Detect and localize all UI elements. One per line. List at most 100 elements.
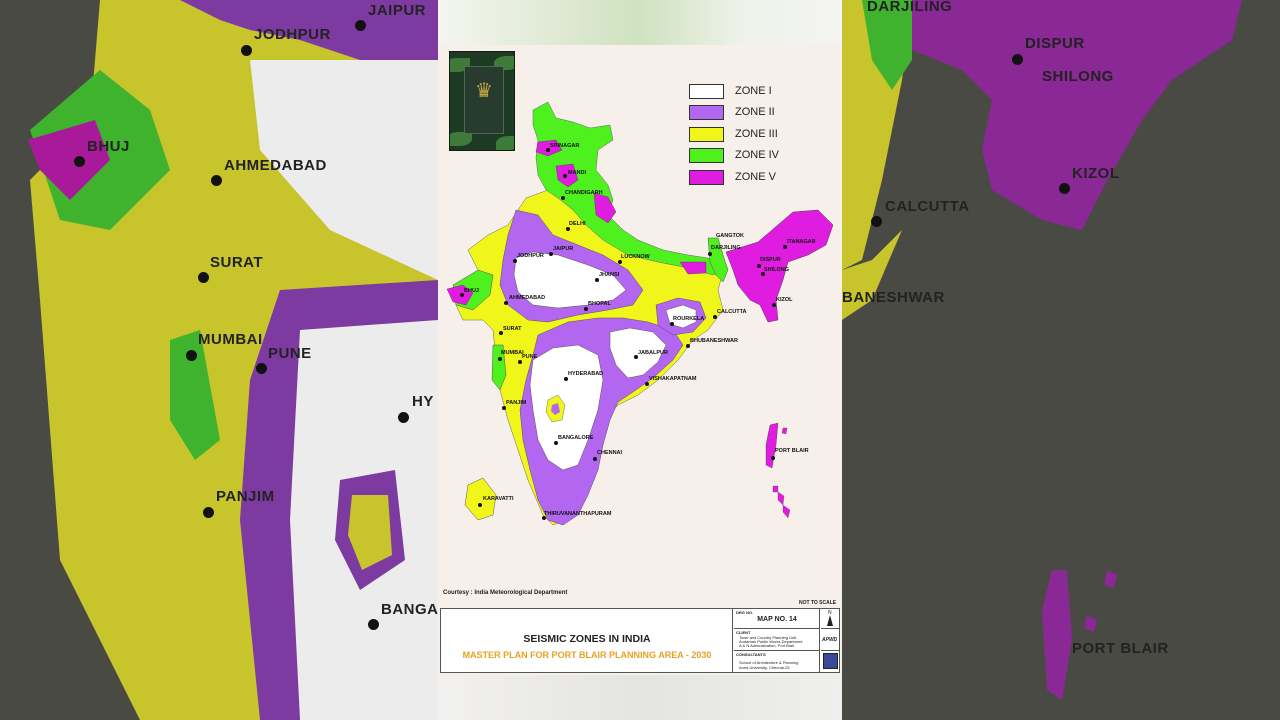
city-label: VISHAKAPATNAM xyxy=(649,376,697,382)
bg-label-dispur: DISPUR xyxy=(1025,35,1085,52)
city-dot xyxy=(772,303,776,307)
background-right-zoom: DARJILING DISPUR SHILONG KIZOL CALCUTTA … xyxy=(842,0,1280,720)
city-dot xyxy=(504,301,508,305)
city-label: ROURKELA xyxy=(673,316,705,322)
bg-label-port-blair: PORT BLAIR xyxy=(1072,640,1169,657)
bg-city-dot xyxy=(203,507,214,518)
city-label: PANJIM xyxy=(506,400,527,406)
title-block-main: SEISMIC ZONES IN INDIA MASTER PLAN FOR P… xyxy=(441,609,733,672)
city-dot xyxy=(645,382,649,386)
consultants-label: CONSULTANTS xyxy=(736,652,766,657)
city-dot xyxy=(584,307,588,311)
consultant-logo-cell xyxy=(821,651,840,672)
bg-label-panjim: PANJIM xyxy=(216,488,275,505)
bg-label-hy: HY xyxy=(412,393,434,410)
bg-label-calcutta: CALCUTTA xyxy=(885,198,970,215)
zone-5-nicobar-3 xyxy=(782,504,791,519)
city-label: KARAVATTI xyxy=(483,496,514,502)
city-dot xyxy=(566,227,570,231)
city-dot xyxy=(549,252,553,256)
anna-university-logo xyxy=(823,653,838,669)
city-label: DARJILING xyxy=(711,245,741,251)
city-dot xyxy=(783,245,787,249)
bg-label-baneshwar: BANESHWAR xyxy=(842,289,945,306)
city-label: DISPUR xyxy=(760,257,781,263)
client-line: A & N Administration, Port Blair xyxy=(739,643,795,648)
bg-city-dot xyxy=(1059,183,1070,194)
bg-label-surat: SURAT xyxy=(210,254,264,271)
client-cell: CLIENT Town and Country Planning Unit An… xyxy=(734,629,820,651)
bg-city-dot xyxy=(74,156,85,167)
city-label: LUCKNOW xyxy=(621,254,650,260)
bg-label-darjiling: DARJILING xyxy=(867,0,953,15)
courtesy-note: Courtesy : India Meteorological Departme… xyxy=(443,590,568,596)
city-dot xyxy=(708,252,712,256)
city-dot xyxy=(518,360,522,364)
bg-label-banga: BANGA xyxy=(381,601,438,618)
city-label: GANGTOK xyxy=(716,233,745,239)
city-label: THIRUVANANTHAPURAM xyxy=(544,511,612,517)
city-label: MANDI xyxy=(568,170,587,176)
apwd-logo: APWD xyxy=(822,637,838,643)
city-label: SRINAGAR xyxy=(550,143,580,149)
bg-city-dot xyxy=(368,619,379,630)
zone-5-nicobar-1 xyxy=(772,485,779,493)
bg-city-dot xyxy=(871,216,882,227)
zone-5-andaman-small xyxy=(781,427,788,435)
city-label: CHANDIGARH xyxy=(565,190,603,196)
city-dot xyxy=(554,441,558,445)
city-dot xyxy=(686,344,690,348)
city-dot xyxy=(593,457,597,461)
bottom-decorative-strip xyxy=(438,675,842,720)
city-dot xyxy=(564,377,568,381)
city-dot xyxy=(757,264,761,268)
city-label: BHUJ xyxy=(464,288,479,294)
city-label: SHILONG xyxy=(764,267,790,273)
city-label: MUMBAI xyxy=(501,350,524,356)
bg-city-dot xyxy=(355,20,366,31)
city-dot xyxy=(561,196,565,200)
city-label: ITANAGAR xyxy=(787,239,816,245)
city-dot xyxy=(595,278,599,282)
city-label: JABALPUR xyxy=(638,350,668,356)
city-label: JHANSI xyxy=(599,272,620,278)
city-dot xyxy=(498,357,502,361)
client-logo-cell: APWD xyxy=(821,629,840,651)
bg-label-jodhpur: JODHPUR xyxy=(254,26,331,43)
bg-city-dot xyxy=(198,272,209,283)
north-cell: N xyxy=(821,609,840,629)
city-dot xyxy=(771,456,775,460)
map-document: ♛ ZONE I ZONE II ZONE III ZONE IV ZONE V xyxy=(438,0,842,720)
city-label: SURAT xyxy=(503,326,522,332)
city-label: KIZOL xyxy=(776,297,793,303)
drawing-number-cell: DRG NO. MAP NO. 14 xyxy=(734,609,820,629)
background-right-map xyxy=(842,0,1280,720)
city-dot xyxy=(563,174,567,178)
top-decorative-strip xyxy=(438,0,842,45)
north-arrow-icon xyxy=(827,615,833,626)
title-block: SEISMIC ZONES IN INDIA MASTER PLAN FOR P… xyxy=(440,608,840,673)
bg-city-dot xyxy=(241,45,252,56)
bg-label-mumbai: MUMBAI xyxy=(198,331,263,348)
city-label: CHENNAI xyxy=(597,450,623,456)
city-dot xyxy=(670,322,674,326)
city-label: HYDERABAD xyxy=(568,371,604,377)
city-label: JODHPUR xyxy=(517,253,544,259)
bg-label-kizol: KIZOL xyxy=(1072,165,1120,182)
bg-city-dot xyxy=(256,363,267,374)
city-label: CALCUTTA xyxy=(717,309,747,315)
zone-5-andaman xyxy=(765,422,779,469)
city-label: BHOPAL xyxy=(588,301,611,307)
zone-5-northeast xyxy=(725,209,834,323)
city-label: BHUBANESHWAR xyxy=(690,338,738,344)
bg-city-dot xyxy=(398,412,409,423)
bg-label-pune: PUNE xyxy=(268,345,312,362)
bg-label-shilong: SHILONG xyxy=(1042,68,1114,85)
not-to-scale-note: NOT TO SCALE xyxy=(799,600,837,606)
bg-label-ahmedabad: AHMEDABAD xyxy=(224,157,327,174)
map-subtitle: MASTER PLAN FOR PORT BLAIR PLANNING AREA… xyxy=(462,650,712,660)
map-title: SEISMIC ZONES IN INDIA xyxy=(523,633,651,645)
city-dot xyxy=(618,260,622,264)
bg-city-dot xyxy=(186,350,197,361)
consultants-cell: CONSULTANTS School of Architecture & Pla… xyxy=(734,651,820,672)
